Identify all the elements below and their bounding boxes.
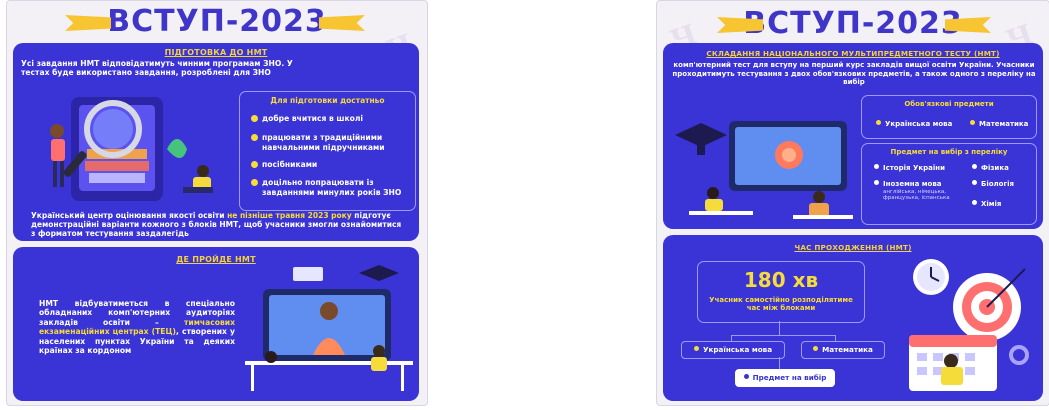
- left-poster: Ч Ч ВСТУП-2023 ПІДГОТОВКА ДО НМТ Усі зав…: [6, 0, 428, 406]
- poster-title-text: ВСТУП-2023: [743, 6, 963, 41]
- magnifier-icon: [50, 97, 213, 201]
- elective-heading: Предмет на вибір з переліку: [890, 148, 1008, 156]
- elective-box: Предмет на вибір з переліку Історія Укра…: [861, 143, 1037, 225]
- prep-panel: ПІДГОТОВКА ДО НМТ Усі завдання НМТ відпо…: [13, 43, 419, 241]
- time-value: 180 хв: [743, 268, 819, 292]
- time-note: Учасник самостійно розподілятиме час між…: [709, 296, 853, 313]
- time-heading: ЧАС ПРОХОДЖЕННЯ (НМТ): [794, 243, 912, 252]
- time-panel: ЧАС ПРОХОДЖЕННЯ (НМТ) 180 хв Учасник сам…: [663, 235, 1043, 401]
- prep-box-heading: Для підготовки достатньо: [270, 96, 385, 105]
- list-item: Хімія: [972, 200, 1001, 209]
- prep-note: Український центр оцінювання якості осві…: [31, 211, 402, 238]
- composition-heading: СКЛАДАННЯ НАЦІОНАЛЬНОГО МУЛЬТИПРЕДМЕТНОГ…: [706, 49, 1000, 58]
- target-icon: [909, 259, 1029, 391]
- laptop-student-icon: [675, 121, 853, 219]
- monitor-teacher-icon: [245, 265, 413, 391]
- poster-title-text: ВСТУП-2023: [107, 4, 327, 39]
- ribbon-icon: [65, 15, 111, 31]
- ribbon-icon: [945, 17, 991, 33]
- mandatory-heading: Обов'язкові предмети: [904, 100, 994, 108]
- prep-intro: Усі завдання НМТ відповідатимуть чинним …: [21, 59, 293, 78]
- mandatory-box: Обов'язкові предмети Українська мова Мат…: [861, 95, 1037, 139]
- where-text: НМТ відбуватиметься в спеціально обладна…: [39, 299, 235, 356]
- time-box: 180 хв Учасник самостійно розподілятиме …: [697, 261, 865, 323]
- where-panel: ДЕ ПРОЙДЕ НМТ НМТ відбуватиметься в спец…: [13, 247, 419, 401]
- list-item: доцільно попрацювати із завданнями минул…: [251, 178, 412, 197]
- languages-note: англійська, німецька, французька, іспанс…: [883, 189, 950, 202]
- prep-box: Для підготовки достатньо добре вчитися в…: [239, 91, 416, 211]
- list-item: Історія України: [874, 164, 945, 173]
- list-item: Українська мова: [876, 120, 952, 129]
- list-item: Біологія: [972, 180, 1014, 189]
- ribbon-icon: [717, 17, 763, 33]
- list-item: працювати з традиційними навчальними під…: [251, 133, 412, 152]
- composition-intro: комп'ютерний тест для вступу на перший к…: [672, 61, 1036, 87]
- ribbon-icon: [319, 15, 365, 31]
- connector: [779, 321, 780, 335]
- list-item: Іноземна мова: [874, 180, 941, 189]
- poster-title: ВСТУП-2023: [657, 7, 1049, 41]
- list-item: Фізика: [972, 164, 1009, 173]
- list-item: Математика: [970, 120, 1028, 129]
- block-pill: Українська мова: [681, 341, 785, 359]
- connector: [731, 335, 835, 336]
- block-pill: Математика: [801, 341, 885, 359]
- list-item: посібниками: [251, 160, 412, 170]
- composition-panel: СКЛАДАННЯ НАЦІОНАЛЬНОГО МУЛЬТИПРЕДМЕТНОГ…: [663, 43, 1043, 229]
- right-poster: Ч Ч ВСТУП-2023 СКЛАДАННЯ НАЦІОНАЛЬНОГО М…: [656, 0, 1049, 406]
- prep-heading: ПІДГОТОВКА ДО НМТ: [164, 48, 268, 57]
- list-item: добре вчитися в школі: [251, 114, 412, 124]
- block-pill: Предмет на вибір: [735, 369, 835, 387]
- poster-title: ВСТУП-2023: [7, 5, 427, 39]
